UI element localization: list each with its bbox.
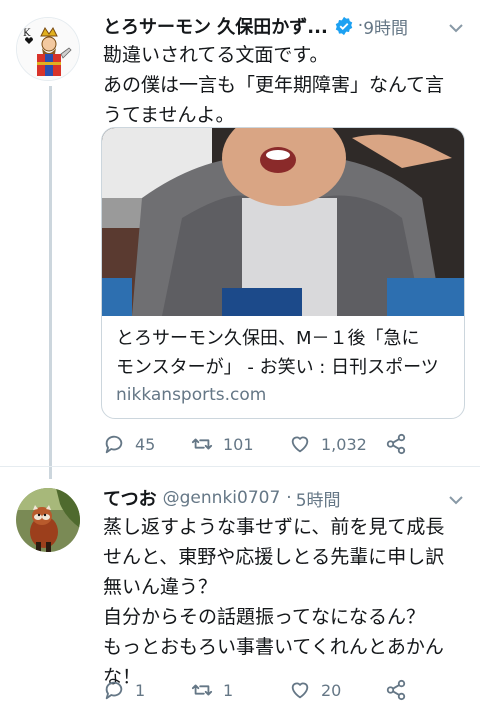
heart-icon xyxy=(291,682,309,699)
user-handle[interactable]: @gennki0707 xyxy=(163,488,281,508)
tweet-actions: 45 101 1,032 xyxy=(103,429,443,459)
retweet-button[interactable]: 1 xyxy=(191,675,233,705)
tweet-text-line: 蒸し返すような事せずに、前を見て成長 xyxy=(103,516,445,538)
like-button[interactable]: 1,032 xyxy=(289,429,367,459)
heart-icon xyxy=(291,436,309,453)
link-card-image xyxy=(102,128,464,316)
chevron-down-icon[interactable] xyxy=(448,494,464,506)
reply-count: 1 xyxy=(135,680,146,700)
avatar[interactable]: K xyxy=(16,17,80,81)
reply-count: 45 xyxy=(135,434,156,454)
display-name[interactable]: とろサーモン 久保田かず... xyxy=(103,13,328,39)
link-card[interactable]: とろサーモン久保田、M－１後「急に モンスターが」 - お笑い : 日刊スポーツ… xyxy=(101,127,465,419)
share-icon xyxy=(386,433,406,455)
like-count: 1,032 xyxy=(321,434,367,454)
link-card-title: とろサーモン久保田、M－１後「急に モンスターが」 - お笑い : 日刊スポーツ xyxy=(116,324,456,382)
retweet-icon xyxy=(191,438,213,450)
share-button[interactable] xyxy=(385,675,417,705)
tweet-text-line: あの僕は一言も「更年期障害」なんて言 xyxy=(103,74,445,96)
like-button[interactable]: 20 xyxy=(289,675,341,705)
reply-icon xyxy=(105,681,123,700)
display-name[interactable]: てつお xyxy=(103,485,157,511)
share-button[interactable] xyxy=(385,429,417,459)
king-card-avatar-image: K xyxy=(17,18,79,80)
avatar[interactable] xyxy=(16,488,80,552)
timestamp[interactable]: 5時間 xyxy=(296,486,341,511)
retweet-button[interactable]: 101 xyxy=(191,429,254,459)
thread-line xyxy=(49,86,52,479)
link-card-title-line: モンスターが」 - お笑い : 日刊スポーツ xyxy=(116,357,439,378)
share-icon xyxy=(386,679,406,701)
tweet-1[interactable]: K とろサーモン 久保田かず... · 9時間 勘違いされてる文面です。 あの僕… xyxy=(0,0,480,479)
tweet-text: 勘違いされてる文面です。 あの僕は一言も「更年期障害」なんて言 うてませんよ。 xyxy=(103,40,463,130)
red-panda-avatar-image xyxy=(16,488,80,552)
tweet-text-line: もっとおもろい事書いてくれんとあかん xyxy=(103,636,444,658)
tweet-header: とろサーモン 久保田かず... · 9時間 xyxy=(103,12,408,40)
like-count: 20 xyxy=(321,680,342,700)
retweet-count: 101 xyxy=(223,434,254,454)
reply-button[interactable]: 1 xyxy=(103,675,145,705)
tweet-text-line: 勘違いされてる文面です。 xyxy=(103,44,329,66)
tweet-text-line: うてませんよ。 xyxy=(103,104,235,126)
chevron-down-icon[interactable] xyxy=(448,22,464,34)
tweet-header: てつお @gennki0707 · 5時間 xyxy=(103,484,341,512)
retweet-icon xyxy=(191,684,213,696)
tweet-text-line: せんと、東野や応援しとる先輩に申し訳 xyxy=(103,546,445,568)
tweet-text: 蒸し返すような事せずに、前を見て成長 せんと、東野や応援しとる先輩に申し訳 無い… xyxy=(103,512,463,692)
retweet-count: 1 xyxy=(223,680,234,700)
link-card-domain: nikkansports.com xyxy=(116,385,267,405)
timestamp[interactable]: 9時間 xyxy=(363,14,408,39)
tweet-text-line: 自分からその話題振ってなになるん？ xyxy=(103,606,426,628)
link-card-title-line: とろサーモン久保田、M－１後「急に xyxy=(116,328,420,349)
reply-button[interactable]: 45 xyxy=(103,429,155,459)
tweet-actions: 1 1 20 xyxy=(103,675,443,705)
time-separator: · xyxy=(286,488,292,508)
verified-badge-icon xyxy=(334,16,354,36)
tweet-text-line: 無いん違う？ xyxy=(103,576,218,598)
reply-icon xyxy=(105,435,123,454)
